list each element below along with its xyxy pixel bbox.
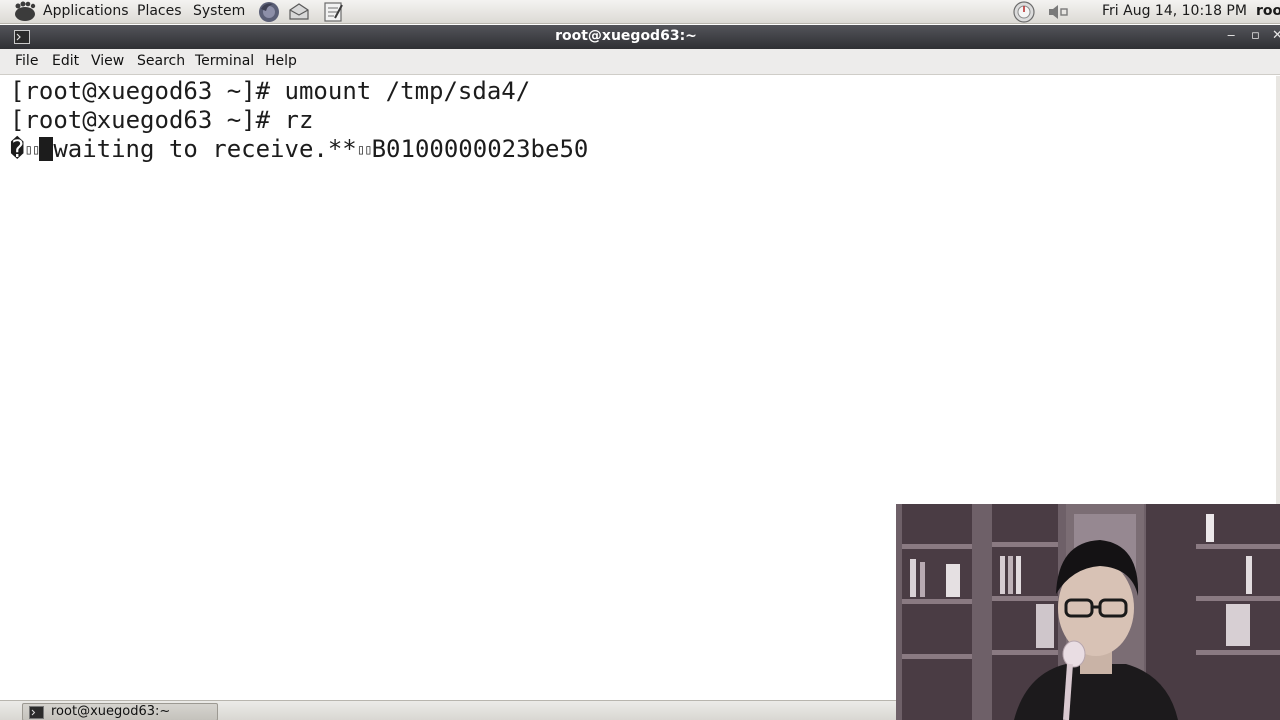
terminal-line-rz: �▯▯ waiting to receive.**▯▯B0100000023be5… (10, 135, 588, 165)
places-menu[interactable]: Places (137, 2, 182, 20)
control-char-glyph: ▯▯ (356, 142, 373, 158)
rz-status-text: waiting to receive.** (53, 135, 357, 163)
terminal-cursor (39, 137, 54, 161)
window-titlebar[interactable]: root@xuegod63:~ ‒ ▫ ✕ (0, 25, 1280, 49)
gnome-foot-icon[interactable] (13, 1, 37, 22)
menu-edit[interactable]: Edit (52, 53, 79, 69)
menu-terminal[interactable]: Terminal (195, 53, 254, 69)
close-button[interactable]: ✕ (1272, 28, 1280, 43)
control-char-glyph: ▯▯ (24, 142, 40, 158)
replacement-char: � (10, 135, 25, 163)
menu-view[interactable]: View (91, 53, 124, 69)
menu-search[interactable]: Search (137, 53, 185, 69)
menu-file[interactable]: File (15, 53, 38, 69)
panel-user[interactable]: roo (1256, 2, 1280, 20)
taskbar-window-button[interactable]: root@xuegod63:~ (22, 703, 218, 720)
terminal-line: [root@xuegod63 ~]# rz (10, 106, 314, 134)
mail-icon[interactable] (287, 0, 311, 24)
menubar: File Edit View Search Terminal Help (0, 49, 1280, 75)
firefox-icon[interactable] (257, 0, 281, 24)
rz-hex-text: B0100000023be50 (371, 135, 589, 163)
top-panel: Applications Places System Fri Aug 14, 1… (0, 0, 1280, 24)
minimize-button[interactable]: ‒ (1227, 28, 1235, 43)
maximize-button[interactable]: ▫ (1251, 28, 1260, 43)
panel-clock[interactable]: Fri Aug 14, 10:18 PM (1102, 2, 1247, 20)
terminal-icon (29, 706, 44, 719)
text-editor-icon[interactable] (321, 0, 345, 24)
taskbar-window-label: root@xuegod63:~ (51, 704, 171, 719)
menu-help[interactable]: Help (265, 53, 297, 69)
system-menu[interactable]: System (193, 2, 245, 20)
applications-menu[interactable]: Applications (43, 2, 129, 20)
presenter-video-frame (896, 504, 1280, 720)
terminal-line: [root@xuegod63 ~]# umount /tmp/sda4/ (10, 77, 531, 105)
volume-muted-icon[interactable] (1045, 0, 1071, 24)
network-icon[interactable] (1011, 0, 1037, 24)
window-title: root@xuegod63:~ (555, 28, 697, 44)
webcam-overlay (896, 504, 1280, 720)
